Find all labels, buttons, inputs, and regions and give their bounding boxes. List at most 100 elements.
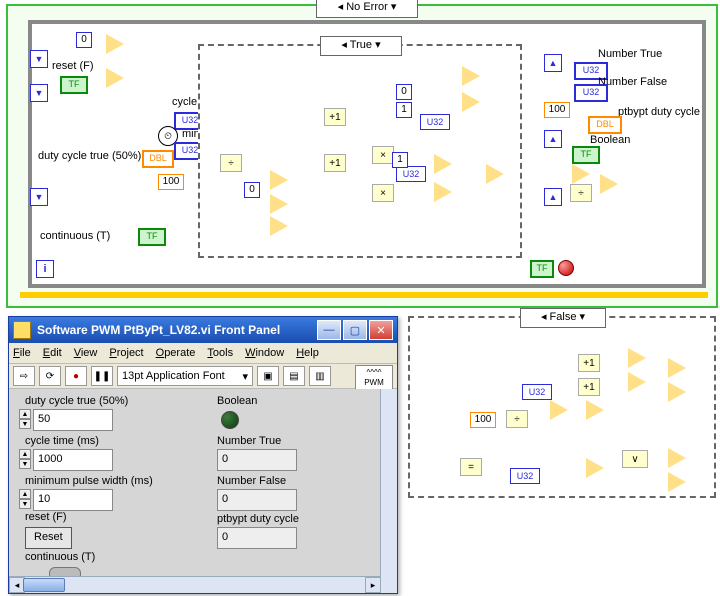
case2-left-arrow-icon[interactable]: ◂: [541, 311, 547, 323]
increment-node-2: +1: [324, 154, 346, 172]
scrollbar-vertical[interactable]: [380, 389, 397, 593]
min-pulse-input[interactable]: 10: [33, 489, 113, 511]
duty-cycle-terminal[interactable]: DBL: [142, 150, 174, 168]
close-button[interactable]: ✕: [369, 320, 393, 340]
ptbypt-indicator: 0: [217, 527, 297, 549]
menu-window[interactable]: Window: [245, 347, 284, 359]
panel-area: duty cycle true (50%) ▲▼ 50 cycle time (…: [9, 389, 397, 577]
compare-node-3: [270, 216, 288, 236]
case-selector-true[interactable]: ◂ True ▾: [320, 36, 402, 56]
sel-false-5: [628, 372, 646, 392]
duty-cycle-input[interactable]: 50: [33, 409, 113, 431]
minimize-button[interactable]: —: [317, 320, 341, 340]
ptbypt-terminal[interactable]: DBL: [588, 116, 622, 134]
number-false-label: Number False: [598, 76, 667, 88]
boolean-label-fp: Boolean: [217, 395, 257, 407]
case2-label-text: False: [550, 311, 577, 323]
case-structure-true: ◂ True ▾ 0 1 +1 +1 × × U32 U32 0 1 ÷: [198, 44, 522, 258]
boolean-label: Boolean: [590, 134, 630, 146]
shift-reg-right-2: [544, 130, 562, 148]
const-zero-case: 0: [396, 84, 412, 100]
continuous-terminal[interactable]: TF: [138, 228, 166, 246]
u32-cast-2: U32: [396, 166, 426, 182]
const-hundred-false: 100: [470, 412, 496, 428]
abort-button[interactable]: ●: [65, 366, 87, 386]
menu-tools[interactable]: Tools: [207, 347, 233, 359]
scrollbar-horizontal[interactable]: ◂ ▸: [9, 576, 381, 593]
error-case-selector[interactable]: ◂ No Error ▾: [316, 0, 418, 18]
number-true-label-fp: Number True: [217, 435, 281, 447]
case2-right-arrow-icon[interactable]: ▾: [580, 311, 586, 323]
number-false-terminal[interactable]: U32: [574, 84, 608, 102]
const-zero-inner: 0: [244, 182, 260, 198]
menubar[interactable]: File Edit View Project Operate Tools Win…: [9, 343, 397, 364]
scroll-right-icon[interactable]: ▸: [365, 577, 381, 593]
menu-project[interactable]: Project: [109, 347, 143, 359]
toolbar: ⇨ ⟳ ● ❚❚ 13pt Application Font ▾ ▣ ▤ ▥: [9, 364, 397, 389]
reset-label-fp: reset (F): [25, 511, 67, 523]
min-pulse-spinner[interactable]: ▲▼: [19, 489, 31, 509]
menu-help[interactable]: Help: [296, 347, 319, 359]
pause-button[interactable]: ❚❚: [91, 366, 113, 386]
loop-cond-tf: TF: [530, 260, 554, 278]
divide-node: ÷: [220, 154, 242, 172]
sel-false-7: [668, 382, 686, 402]
while-loop: 0 reset (F) TF cycle time (ms) U32 ⏲ min…: [28, 20, 706, 288]
run-cont-button[interactable]: ⟳: [39, 366, 61, 386]
scroll-thumb[interactable]: [23, 578, 65, 592]
sel-false-1: [550, 400, 568, 420]
case-left-arrow-icon[interactable]: ◂: [341, 39, 347, 51]
maximize-button[interactable]: ▢: [343, 320, 367, 340]
case-selector-false[interactable]: ◂ False ▾: [520, 308, 606, 328]
divide-out: ÷: [570, 184, 592, 202]
const-hundred: 100: [158, 174, 184, 190]
font-selector[interactable]: 13pt Application Font ▾: [117, 366, 253, 386]
reset-terminal[interactable]: TF: [60, 76, 88, 94]
u32-cast-false-2: U32: [510, 468, 540, 484]
continuous-label-fp: continuous (T): [25, 551, 95, 563]
select-node-case-2: [434, 182, 452, 202]
sel-false-6: [668, 358, 686, 378]
left-arrow-icon[interactable]: ◂: [338, 0, 344, 15]
u32-cast-false-1: U32: [522, 384, 552, 400]
select-node-2: [106, 68, 124, 88]
stop-terminal: [558, 260, 574, 276]
cycle-time-input[interactable]: 1000: [33, 449, 113, 471]
run-button[interactable]: ⇨: [13, 366, 35, 386]
iteration-terminal: i: [36, 260, 54, 278]
titlebar[interactable]: Software PWM PtByPt_LV82.vi Front Panel …: [9, 317, 397, 343]
reset-label: reset (F): [52, 60, 94, 72]
ptbypt-label: ptbypt duty cycle: [618, 106, 700, 118]
icon-line-1: PWM: [356, 378, 392, 388]
shift-reg-left-1: [30, 50, 48, 68]
boolean-terminal[interactable]: TF: [572, 146, 600, 164]
continuous-label: continuous (T): [40, 230, 110, 242]
select-out-2: [600, 174, 618, 194]
duty-cycle-spinner[interactable]: ▲▼: [19, 409, 31, 429]
multiply-node: ×: [372, 146, 394, 164]
select-node-1: [106, 34, 124, 54]
number-true-indicator: 0: [217, 449, 297, 471]
vi-icon: [13, 321, 31, 339]
case-right-arrow-icon[interactable]: ▾: [375, 39, 381, 51]
sel-false-2: [586, 400, 604, 420]
shift-reg-left-2: [30, 84, 48, 102]
block-diagram-container: ◂ No Error ▾ 0 reset (F) TF cycle time (…: [6, 4, 718, 308]
select-out-1: [572, 164, 590, 184]
sel-false-8: [668, 448, 686, 468]
menu-file[interactable]: File: [13, 347, 31, 359]
distribute-button[interactable]: ▤: [283, 366, 305, 386]
select-node-case-3: [462, 66, 480, 86]
menu-edit[interactable]: Edit: [43, 347, 62, 359]
const-hundred-right: 100: [544, 102, 570, 118]
reset-button[interactable]: Reset: [25, 527, 72, 549]
error-wire: [20, 292, 708, 298]
cycle-time-spinner[interactable]: ▲▼: [19, 449, 31, 469]
right-arrow-icon[interactable]: ▾: [391, 0, 397, 15]
multiply-node-2: ×: [372, 184, 394, 202]
number-false-label-fp: Number False: [217, 475, 286, 487]
menu-view[interactable]: View: [74, 347, 98, 359]
align-button[interactable]: ▣: [257, 366, 279, 386]
reorder-button[interactable]: ▥: [309, 366, 331, 386]
menu-operate[interactable]: Operate: [156, 347, 196, 359]
